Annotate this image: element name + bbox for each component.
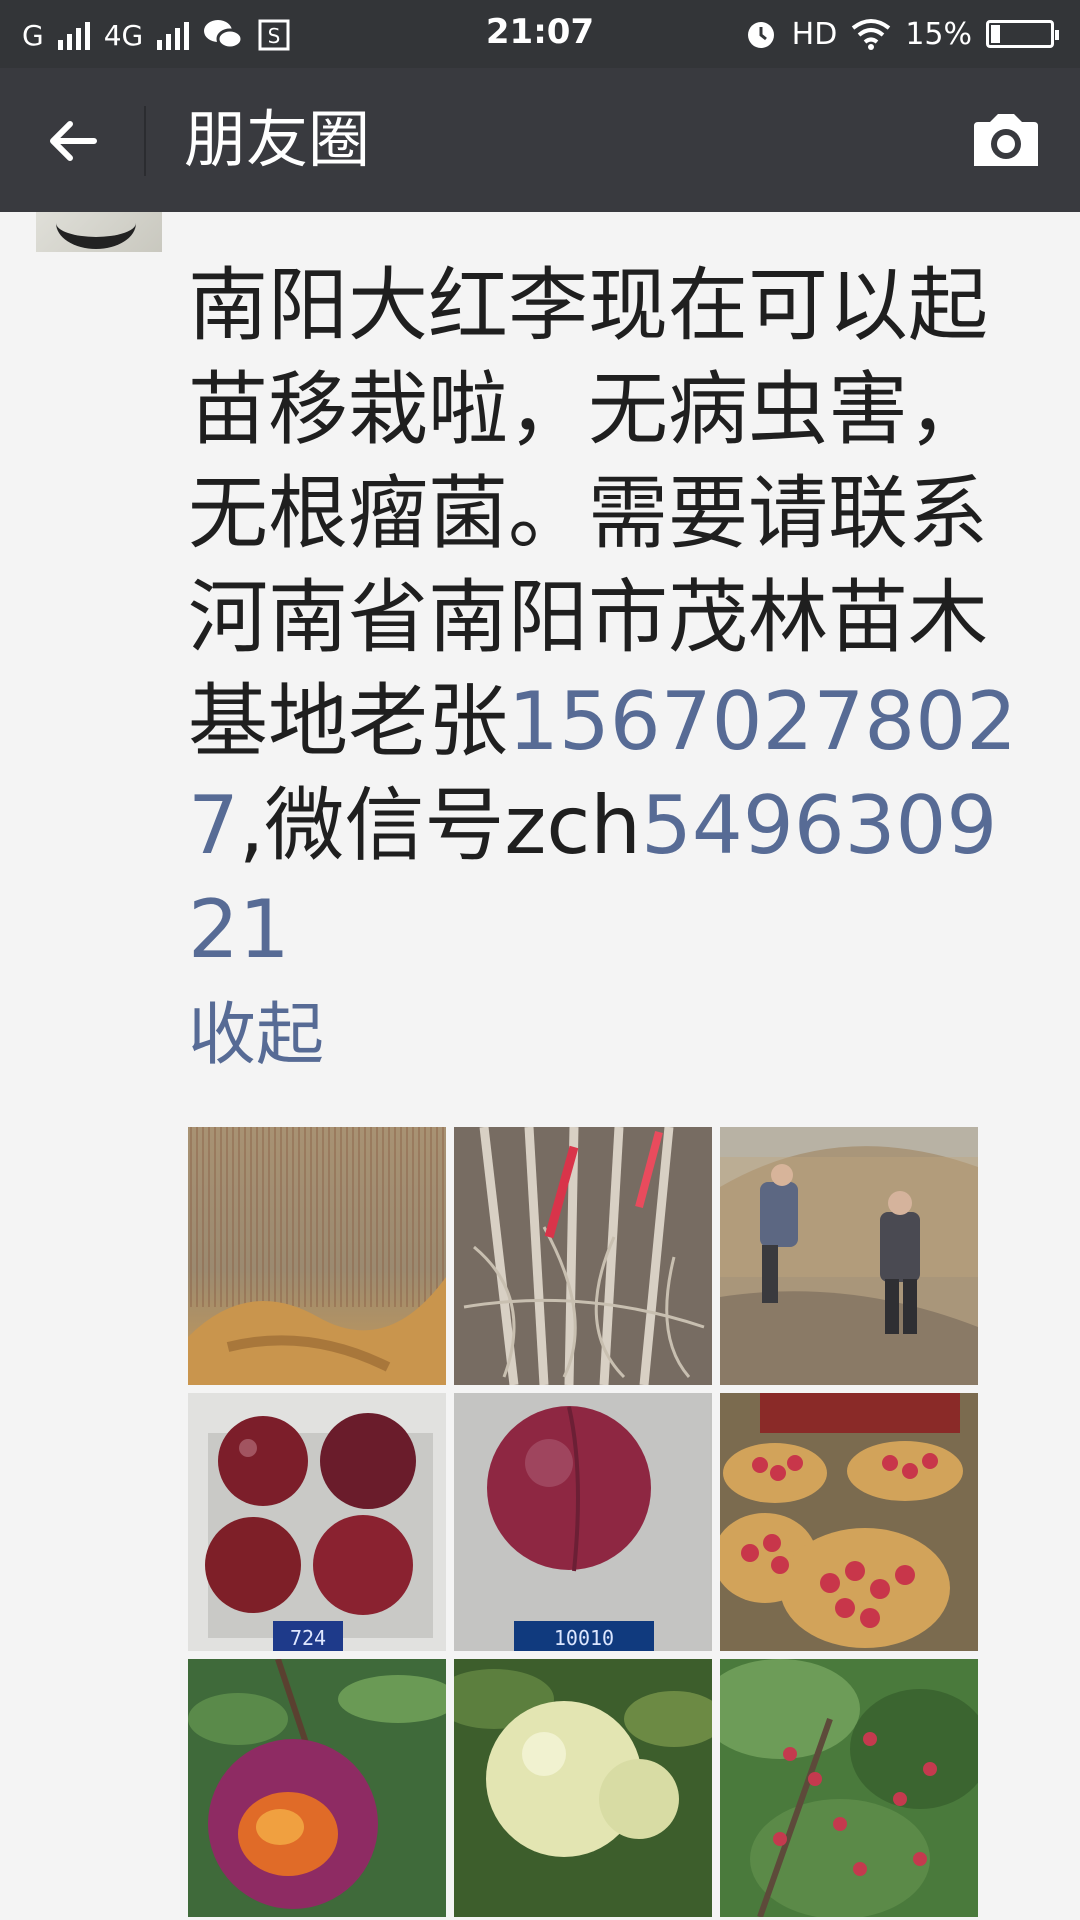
photo-plum-tree[interactable]: [720, 1659, 978, 1917]
moments-header: 朋友圈: [0, 68, 1080, 212]
photo-plums-on-scale[interactable]: 724: [188, 1393, 446, 1651]
post-text: 南阳大红李现在可以起苗移栽啦，无病虫害，无根瘤菌。需要请联系河南省南阳市茂林苗木…: [188, 254, 1048, 982]
photo-single-plum-scale[interactable]: 10010: [454, 1393, 712, 1651]
photo-plum-cut-open[interactable]: [188, 1659, 446, 1917]
hd-label: HD: [791, 16, 838, 52]
photo-workers-digging[interactable]: [720, 1127, 978, 1385]
battery-percent: 15%: [905, 16, 972, 52]
svg-text:724: 724: [290, 1626, 326, 1650]
photo-bare-roots[interactable]: [454, 1127, 712, 1385]
camera-icon: [974, 114, 1038, 166]
svg-text:10010: 10010: [554, 1626, 614, 1650]
camera-button[interactable]: [970, 108, 1042, 172]
collapse-link[interactable]: 收起: [188, 992, 324, 1080]
photo-green-fruit[interactable]: [454, 1659, 712, 1917]
status-right: HD 15%: [744, 12, 1059, 56]
alarm-icon: [747, 22, 774, 48]
back-arrow-icon: [50, 121, 97, 161]
avatar[interactable]: [36, 212, 162, 252]
photo-seedling-field[interactable]: [188, 1127, 446, 1385]
photo-baskets-of-plums[interactable]: [720, 1393, 978, 1651]
battery-icon: [986, 20, 1059, 48]
photo-grid: 724 10010: [188, 1127, 978, 1917]
page-title: 朋友圈: [184, 103, 371, 176]
status-bar: G 4G S 21:07 HD 15%: [0, 0, 1080, 68]
wechat-id-prefix: ,微信号zch: [238, 779, 642, 872]
moments-feed[interactable]: 南阳大红李现在可以起苗移栽啦，无病虫害，无根瘤菌。需要请联系河南省南阳市茂林苗木…: [0, 212, 1080, 1920]
battery-fill: [991, 25, 1000, 43]
wifi-icon: [852, 19, 891, 50]
back-button[interactable]: [38, 106, 108, 176]
header-divider: [144, 106, 146, 176]
